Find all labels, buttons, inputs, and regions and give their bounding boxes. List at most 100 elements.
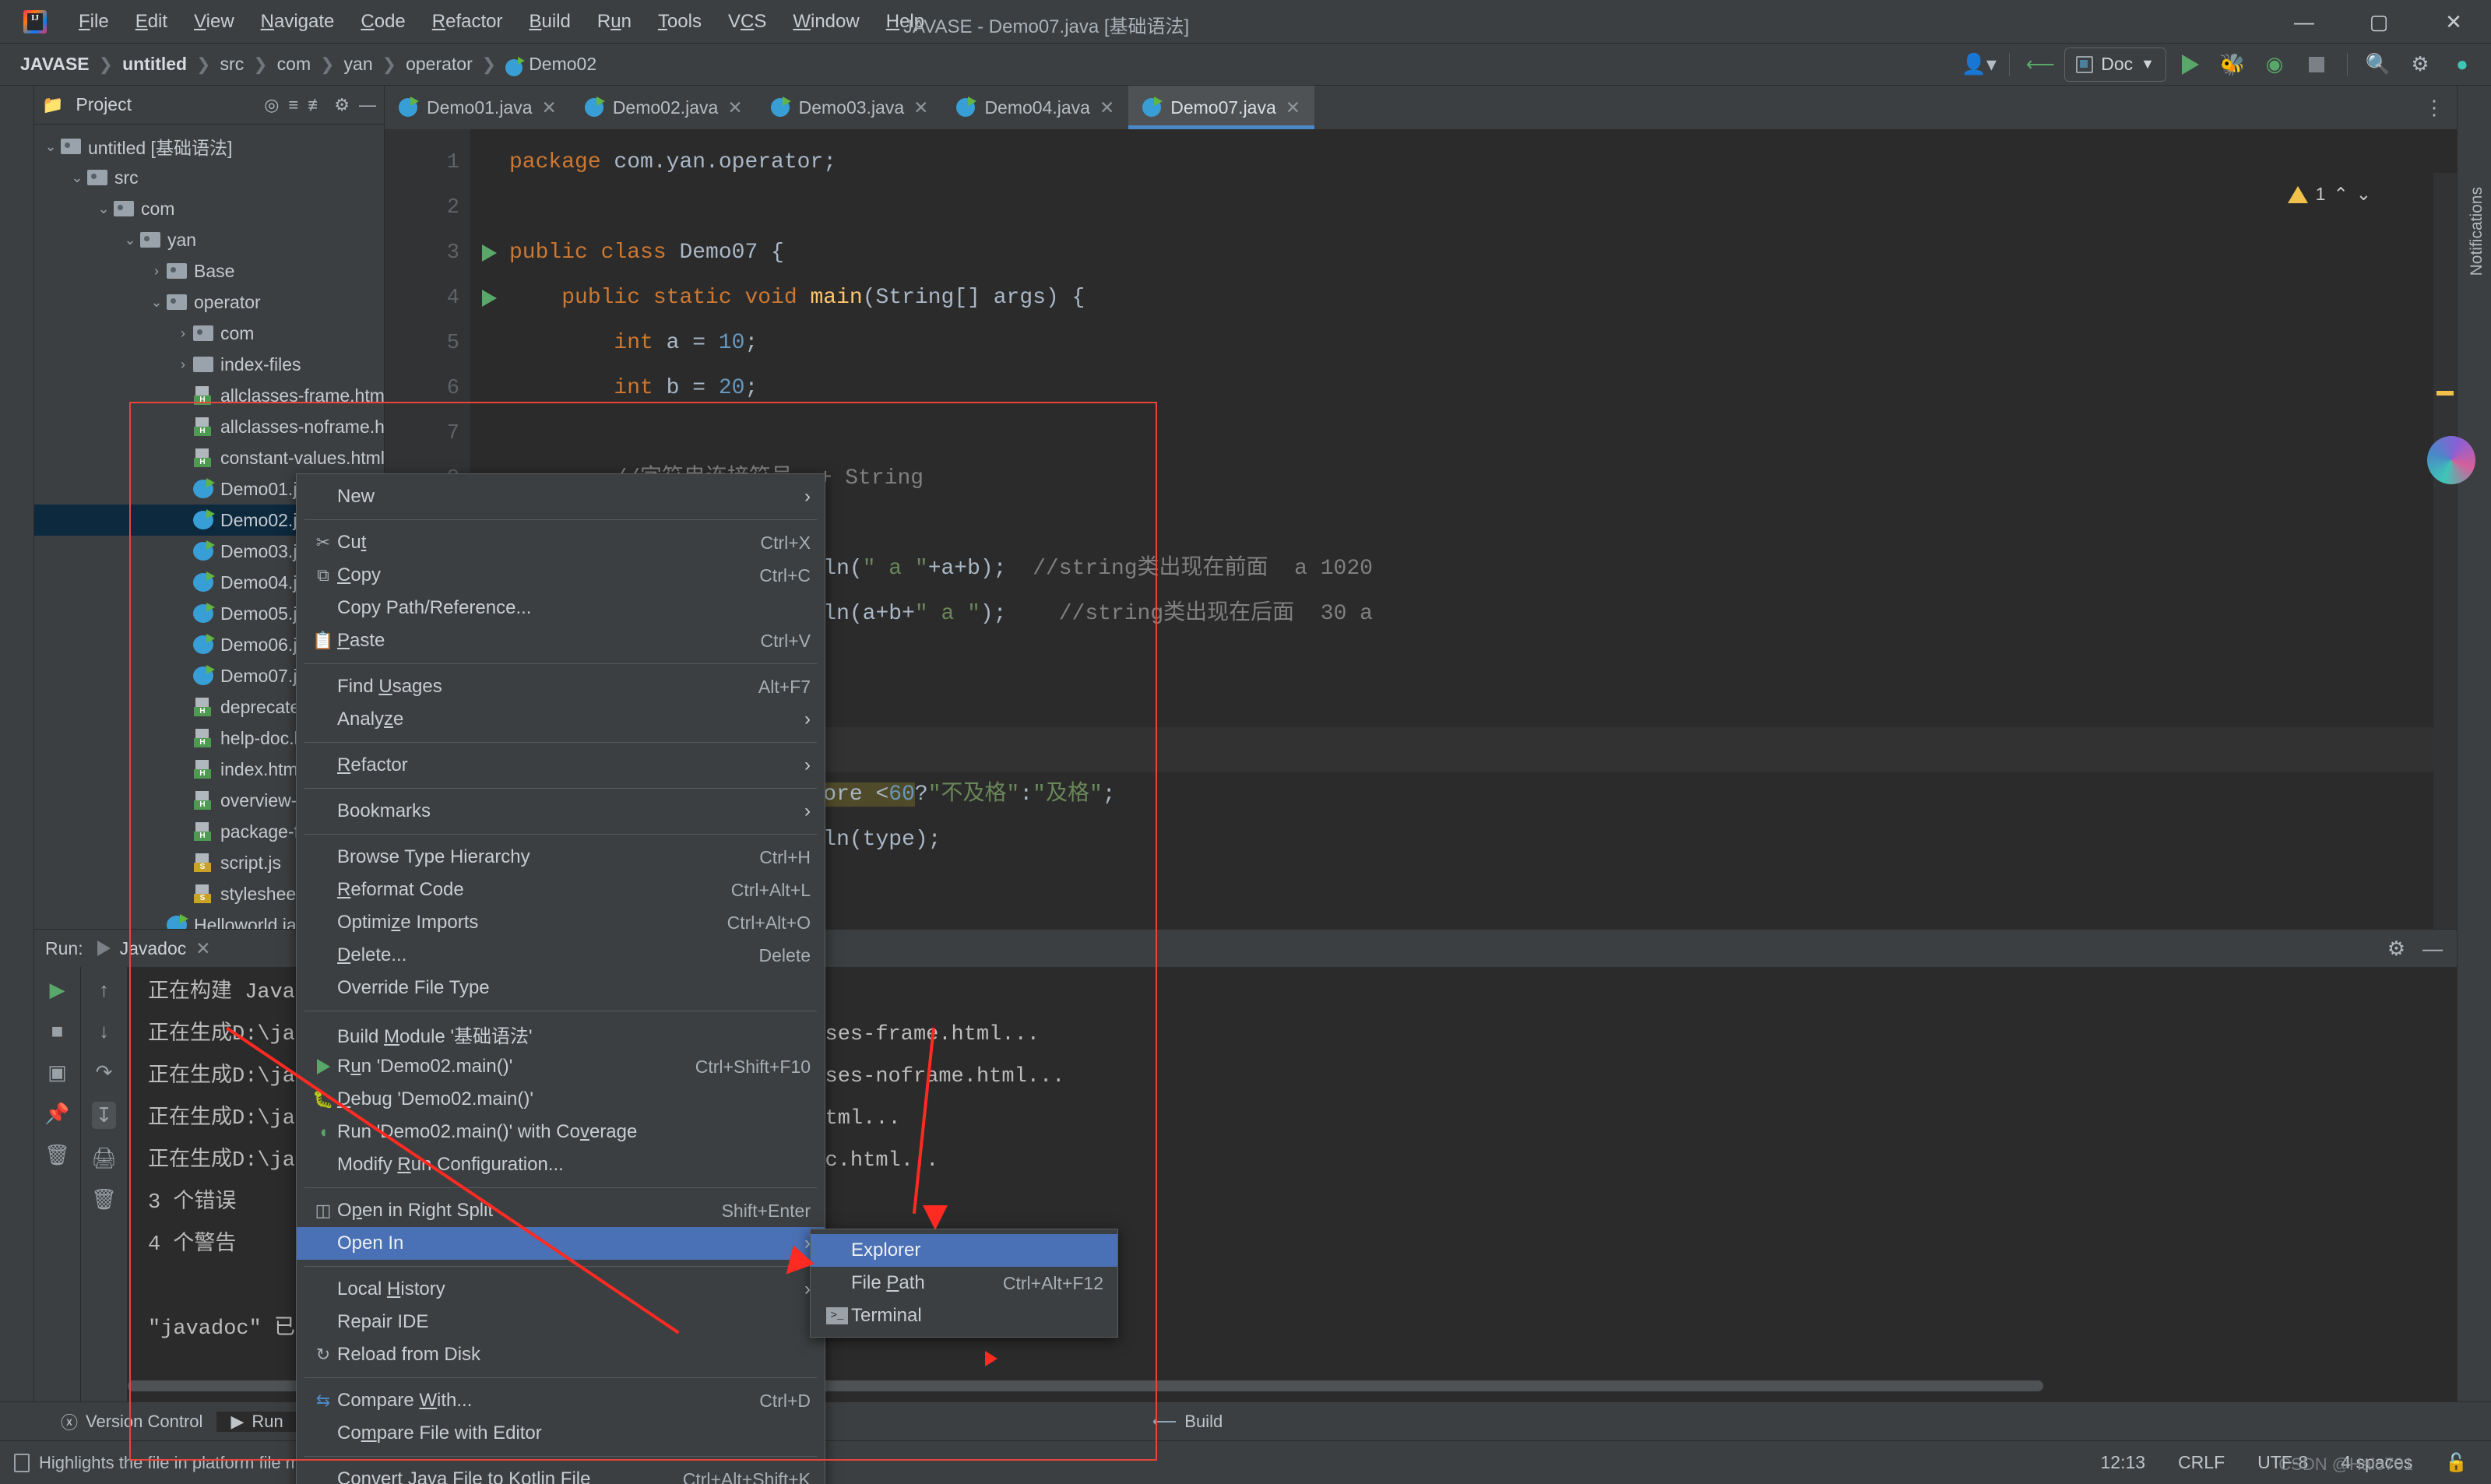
code-line[interactable] — [470, 411, 2457, 456]
menu-item-explorer[interactable]: Explorer — [811, 1234, 1117, 1267]
warning-marker[interactable] — [2436, 391, 2454, 396]
menu-item-bookmarks[interactable]: Bookmarks › — [297, 795, 825, 828]
chevron-down-icon[interactable]: ⌄ — [120, 232, 140, 248]
menu-item-copy[interactable]: ⧉ Copy Ctrl+C — [297, 559, 825, 592]
breadcrumb-item-5[interactable]: operator — [406, 54, 473, 75]
menu-item-refactor[interactable]: Refactor › — [297, 749, 825, 782]
close-icon[interactable]: ✕ — [913, 97, 928, 118]
open-in-submenu[interactable]: Explorer File Path Ctrl+Alt+F12 >_ Terminal — [810, 1229, 1118, 1338]
line-separator[interactable]: CRLF — [2178, 1452, 2225, 1473]
chevron-down-icon[interactable]: ⌄ — [67, 170, 87, 186]
editor-tab[interactable]: Demo03.java ✕ — [757, 86, 943, 129]
stop-icon[interactable]: ■ — [51, 1019, 64, 1043]
lock-icon[interactable]: 🔓 — [2445, 1452, 2468, 1473]
tree-node[interactable]: ⌄ yan — [34, 224, 384, 255]
chevron-right-icon[interactable]: › — [173, 357, 193, 373]
menu-item-terminal[interactable]: >_ Terminal — [811, 1299, 1117, 1332]
menu-item-compare-with[interactable]: ⇆ Compare With... Ctrl+D — [297, 1384, 825, 1417]
context-menu[interactable]: New › ✂ Cut Ctrl+X ⧉ Copy Ctrl+C Copy Path/Refe… — [296, 473, 825, 1484]
bottom-tab-version-control[interactable]: ⓧ Version Control — [47, 1409, 216, 1434]
scroll-to-end-icon[interactable]: ↧ — [91, 1102, 117, 1129]
scroll-down-icon[interactable]: ↓ — [99, 1019, 109, 1043]
editor-tab-bar[interactable]: Demo01.java ✕ Demo02.java ✕ Demo03.java ✕ Demo… — [385, 86, 2457, 129]
minimize-button[interactable]: — — [2267, 0, 2341, 44]
editor-tab[interactable]: Demo01.java ✕ — [385, 86, 571, 129]
chevron-right-icon[interactable]: › — [173, 325, 193, 342]
gear-icon[interactable]: ⚙ — [2387, 937, 2405, 961]
inspection-widget[interactable]: 1 ⌃ ⌄ — [2287, 184, 2371, 205]
menu-item-open-in-right-split[interactable]: ◫ Open in Right Split Shift+Enter — [297, 1194, 825, 1227]
menu-item-delete[interactable]: Delete... Delete — [297, 939, 825, 972]
tree-node[interactable]: allclasses-noframe.html — [34, 411, 384, 442]
pin-icon[interactable]: 📌 — [44, 1102, 69, 1126]
menu-item-override-file-type[interactable]: Override File Type — [297, 972, 825, 1004]
menu-item-reformat-code[interactable]: Reformat Code Ctrl+Alt+L — [297, 874, 825, 906]
menu-item-debug-demo02-main[interactable]: 🐛 Debug 'Demo02.main()' — [297, 1083, 825, 1116]
menu-item-reload-from-disk[interactable]: ↻ Reload from Disk — [297, 1338, 825, 1371]
editor-tab-overflow[interactable]: ⋮ — [2424, 86, 2457, 129]
account-icon[interactable]: 👤▾ — [1961, 47, 1997, 83]
tree-node[interactable]: › com — [34, 318, 384, 349]
soft-wrap-icon[interactable]: ↷ — [96, 1060, 113, 1085]
menu-file[interactable]: FFileile — [65, 8, 122, 36]
code-line[interactable]: package com.yan.operator; — [470, 140, 2457, 185]
tree-node[interactable]: ⌄ operator — [34, 287, 384, 318]
run-button[interactable] — [2173, 47, 2208, 83]
maximize-button[interactable]: ▢ — [2341, 0, 2416, 44]
menu-item-cut[interactable]: ✂ Cut Ctrl+X — [297, 526, 825, 559]
tree-node[interactable]: › index-files — [34, 349, 384, 380]
rerun-icon[interactable]: ▶ — [50, 978, 65, 1002]
run-with-coverage-button[interactable]: ◉ — [2257, 47, 2292, 83]
code-line[interactable] — [470, 185, 2457, 230]
menu-item-copy-path-reference[interactable]: Copy Path/Reference... — [297, 592, 825, 624]
layout-icon[interactable]: ▣ — [47, 1060, 67, 1085]
menu-item-paste[interactable]: 📋 Paste Ctrl+V — [297, 624, 825, 657]
menu-item-convert-java-file-to-kotlin-file[interactable]: Convert Java File to Kotlin File Ctrl+Alt… — [297, 1463, 825, 1484]
menu-item-run-demo02-main-with-coverage[interactable]: ◖ Run 'Demo02.main()' with Coverage — [297, 1116, 825, 1148]
menu-item-analyze[interactable]: Analyze › — [297, 703, 825, 736]
expand-all-icon[interactable]: ≡ — [288, 95, 298, 115]
close-button[interactable]: ✕ — [2416, 0, 2491, 44]
close-icon[interactable]: ✕ — [1286, 97, 1300, 118]
menu-item-local-history[interactable]: Local History › — [297, 1273, 825, 1306]
close-icon[interactable]: ✕ — [1099, 97, 1114, 118]
close-icon[interactable]: ✕ — [542, 97, 557, 118]
run-configuration-selector[interactable]: Doc ▼ — [2064, 47, 2166, 82]
chevron-right-icon[interactable]: › — [146, 263, 167, 280]
breadcrumb-item-2[interactable]: src — [220, 54, 245, 75]
code-line[interactable]: int b = 20; — [470, 366, 2457, 411]
breadcrumb-item-3[interactable]: com — [277, 54, 311, 75]
search-icon[interactable]: 🔍 — [2360, 47, 2396, 83]
code-line[interactable]: public class Demo07 { — [470, 230, 2457, 276]
hide-icon[interactable]: — — [2422, 937, 2443, 961]
breadcrumb[interactable]: JAVASE ❯ untitled ❯ src ❯ com ❯ yan ❯ op… — [20, 54, 596, 76]
menu-run[interactable]: Run — [584, 8, 645, 36]
bottom-tab-run[interactable]: ▶ Run — [216, 1411, 297, 1432]
close-icon[interactable]: ✕ — [727, 97, 742, 118]
tree-node[interactable]: ⌄ com — [34, 193, 384, 224]
breadcrumb-item-0[interactable]: JAVASE — [20, 54, 90, 75]
menu-item-modify-run-configuration[interactable]: Modify Run Configuration... — [297, 1148, 825, 1181]
menu-refactor[interactable]: Refactor — [419, 8, 516, 36]
menu-item-repair-ide[interactable]: Repair IDE — [297, 1306, 825, 1338]
stop-button[interactable] — [2299, 47, 2334, 83]
bottom-tab-build[interactable]: ⟵ Build — [1138, 1412, 1237, 1432]
tree-node[interactable]: › Base — [34, 255, 384, 287]
sidebar-item-notifications[interactable]: Notifications — [2468, 187, 2491, 276]
caret-position[interactable]: 12:13 — [2101, 1452, 2146, 1473]
window-buttons[interactable]: — ▢ ✕ — [2267, 0, 2491, 44]
editor-marker-bar[interactable] — [2433, 173, 2457, 929]
menu-navigate[interactable]: Navigate — [248, 8, 348, 36]
clear-all-icon[interactable]: 🗑 — [91, 1187, 117, 1211]
menu-vcs[interactable]: VCS — [715, 8, 779, 36]
tree-node[interactable]: ⌄ src — [34, 162, 384, 193]
vcs-update-icon[interactable]: ⟵ — [2022, 47, 2058, 83]
menu-item-new[interactable]: New › — [297, 480, 825, 513]
menu-view[interactable]: View — [181, 8, 248, 36]
tree-node[interactable]: constant-values.html — [34, 442, 384, 473]
menu-item-run-demo02-main[interactable]: Run 'Demo02.main()' Ctrl+Shift+F10 — [297, 1050, 825, 1083]
menu-edit[interactable]: Edit — [122, 8, 181, 36]
chevron-down-icon[interactable]: ⌄ — [40, 139, 61, 155]
main-toolbar[interactable]: 👤▾ ⟵ Doc ▼ 🐝 ◉ 🔍 ⚙ ● — [1961, 47, 2480, 83]
run-actions-toolbar[interactable]: ▶ ■ ▣ 📌 🗑 — [34, 967, 81, 1412]
